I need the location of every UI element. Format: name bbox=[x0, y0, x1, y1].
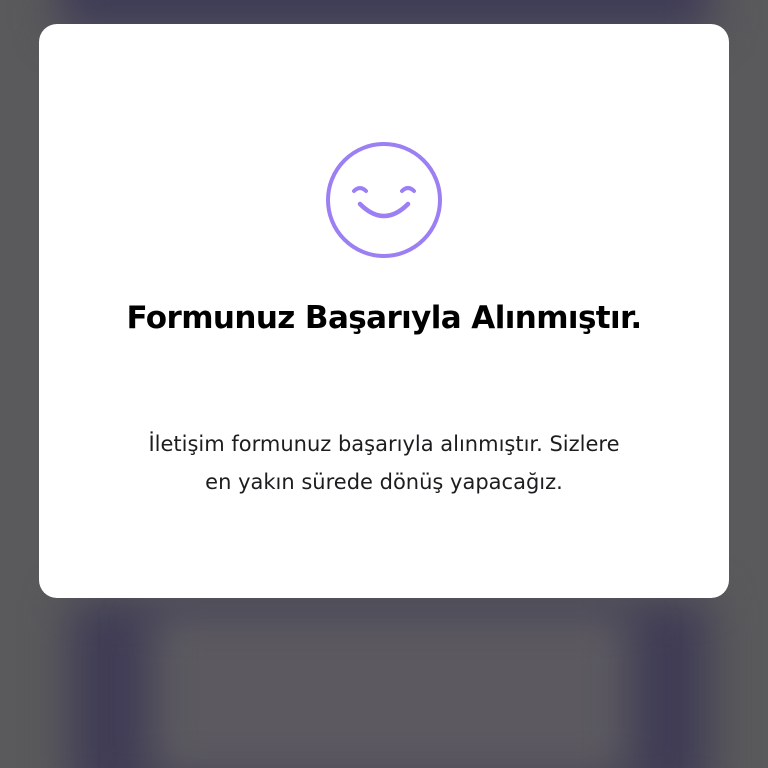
blurred-page-content-inner bbox=[150, 610, 630, 768]
success-modal: Formunuz Başarıyla Alınmıştır. İletişim … bbox=[39, 24, 729, 598]
modal-message: İletişim formunuz başarıyla alınmıştır. … bbox=[94, 425, 674, 501]
smiley-face-icon bbox=[326, 142, 442, 258]
modal-message-line-2: en yakın sürede dönüş yapacağız. bbox=[205, 470, 563, 494]
modal-title: Formunuz Başarıyla Alınmıştır. bbox=[126, 300, 642, 336]
modal-message-line-1: İletişim formunuz başarıyla alınmıştır. … bbox=[148, 432, 620, 456]
